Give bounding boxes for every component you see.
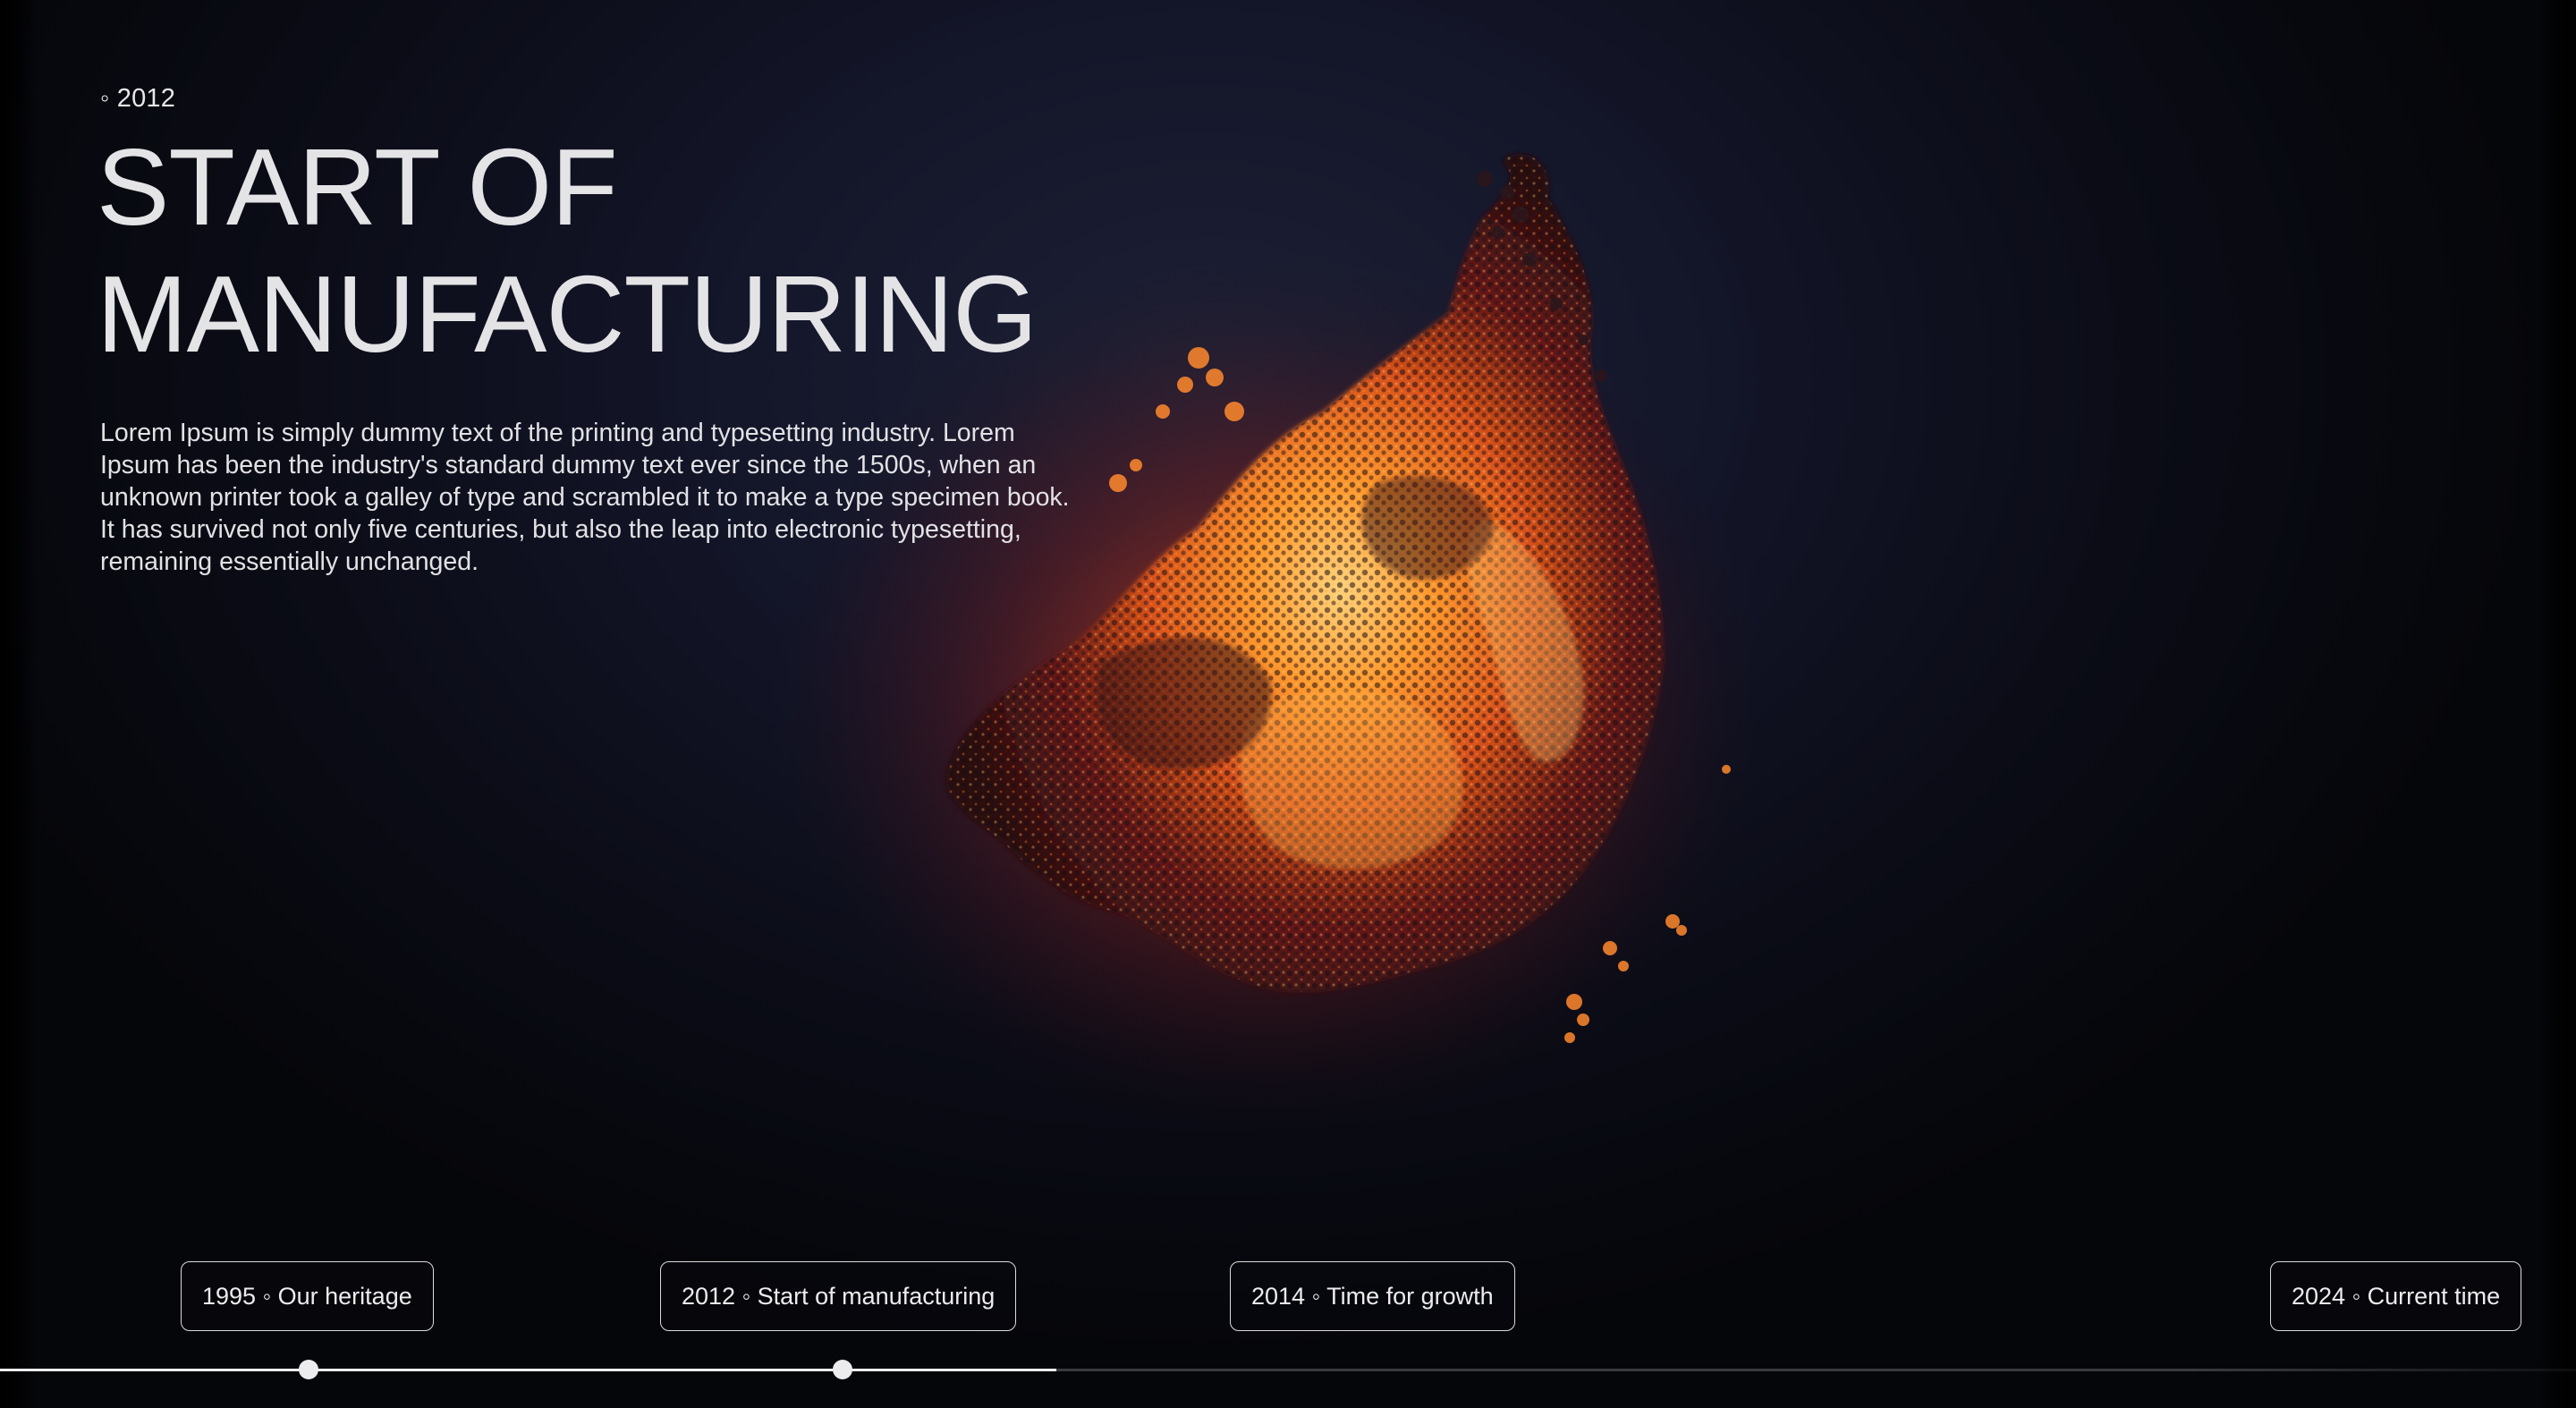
- timeline-track[interactable]: [0, 1360, 2576, 1379]
- timeline-progress-fill: [0, 1369, 1056, 1371]
- page-title-line-1: START OF: [97, 126, 618, 248]
- timeline: 1995 ◦ Our heritage 2012 ◦ Start of manu…: [0, 1261, 2576, 1408]
- left-edge-shadow: [0, 0, 38, 1408]
- timeline-marker-1995[interactable]: [299, 1360, 318, 1379]
- milestone-1995-button[interactable]: 1995 ◦ Our heritage: [181, 1261, 434, 1331]
- right-edge-shadow: [2538, 0, 2576, 1408]
- timeline-marker-2012[interactable]: [833, 1360, 852, 1379]
- hero-description: Lorem Ipsum is simply dummy text of the …: [100, 419, 1070, 576]
- milestone-2024-button[interactable]: 2024 ◦ Current time: [2270, 1261, 2522, 1331]
- page-title-line-2: MANUFACTURING: [97, 253, 1038, 375]
- milestone-2014-button[interactable]: 2014 ◦ Time for growth: [1230, 1261, 1515, 1331]
- year-eyebrow: ◦ 2012: [100, 84, 176, 113]
- milestone-2012-button[interactable]: 2012 ◦ Start of manufacturing: [660, 1261, 1017, 1331]
- page-title: START OF MANUFACTURING: [97, 123, 1038, 377]
